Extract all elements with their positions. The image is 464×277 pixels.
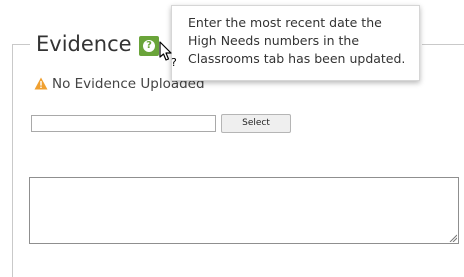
fieldset-border-top-left xyxy=(12,44,30,45)
fieldset-border-left xyxy=(12,44,13,277)
warning-icon xyxy=(34,77,48,90)
fieldset-border-top-right xyxy=(422,44,464,45)
resize-grip-icon[interactable] xyxy=(449,234,457,242)
evidence-panel: Evidence ? No Evidence Uploaded Select E… xyxy=(0,0,464,277)
help-tooltip: Enter the most recent date the High Need… xyxy=(171,5,420,81)
tooltip-text: Enter the most recent date the High Need… xyxy=(188,15,406,66)
svg-text:?: ? xyxy=(171,56,177,69)
file-name-input[interactable] xyxy=(31,115,216,132)
section-legend: Evidence xyxy=(36,32,132,56)
select-file-button[interactable]: Select xyxy=(221,114,291,133)
pointer-cursor-icon: ? xyxy=(159,41,177,69)
evidence-notes-textarea[interactable] xyxy=(29,177,459,244)
question-icon: ? xyxy=(143,40,155,52)
